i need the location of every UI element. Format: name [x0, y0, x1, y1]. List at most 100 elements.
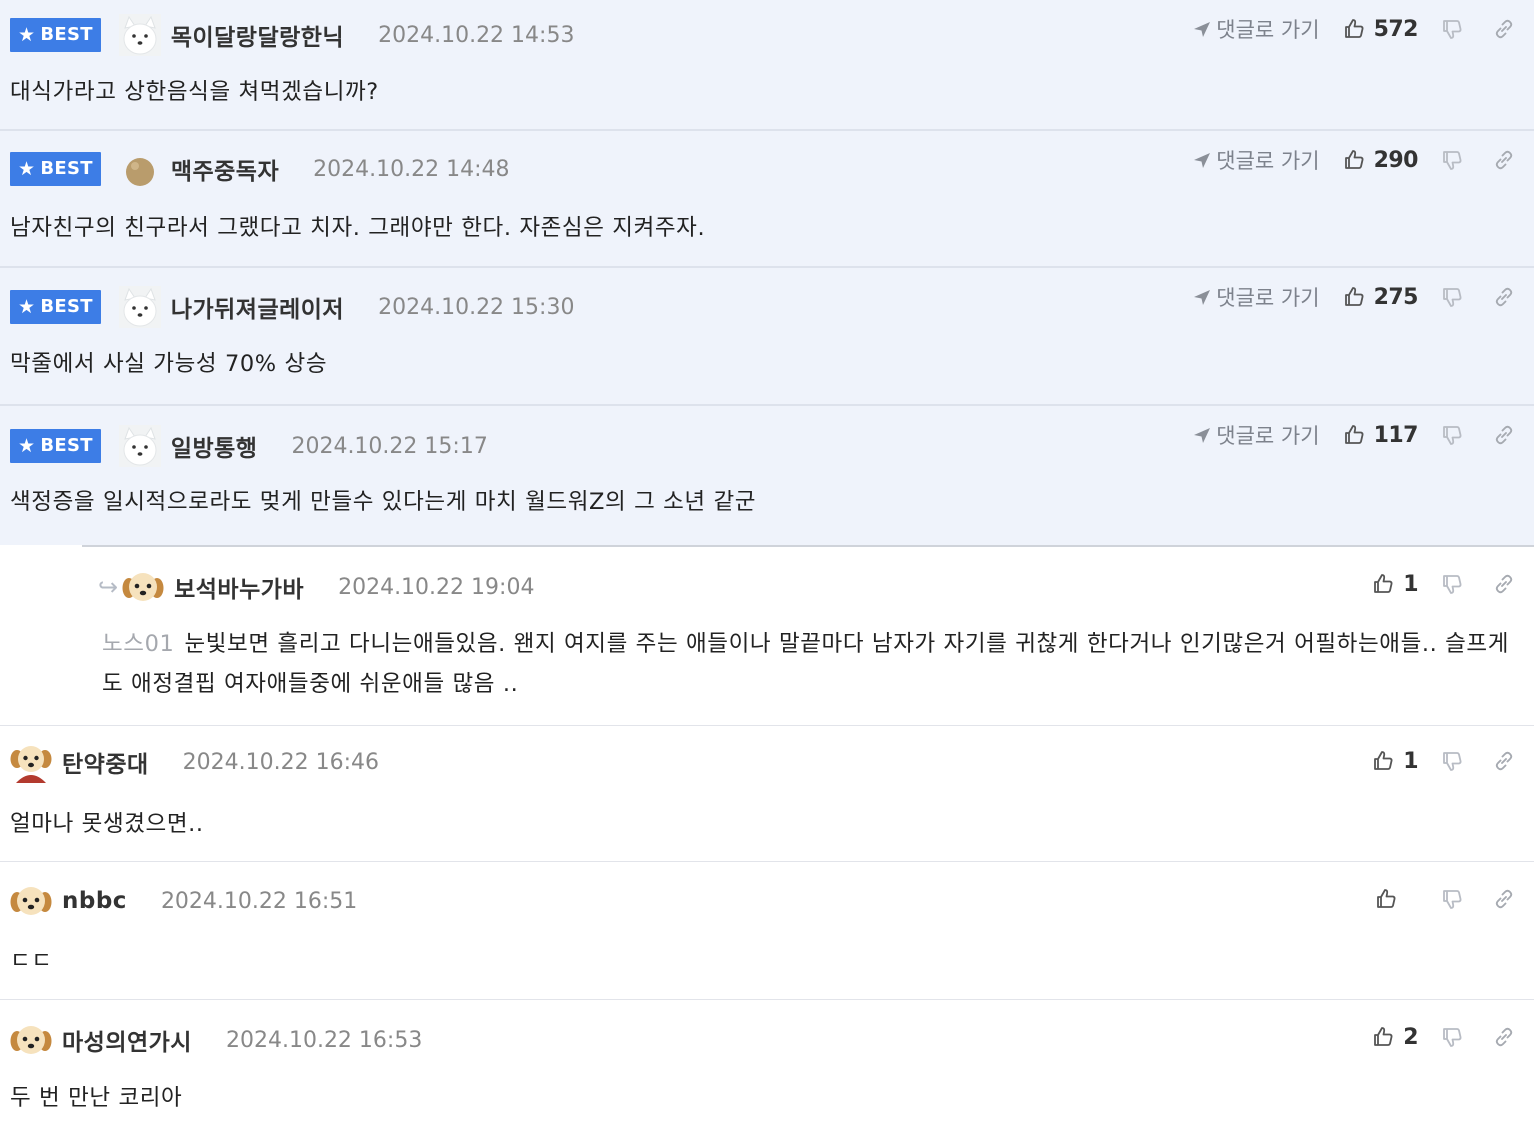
avatar[interactable] — [122, 566, 164, 608]
best-badge: ★ BEST — [10, 429, 101, 463]
comment-date: 2024.10.22 19:04 — [338, 574, 535, 600]
link-icon[interactable] — [1492, 285, 1516, 309]
avatar[interactable] — [10, 880, 52, 922]
thumbs-down-icon[interactable] — [1440, 423, 1464, 447]
best-badge: ★ BEST — [10, 290, 101, 324]
nickname[interactable]: 보석바누가바 — [174, 570, 304, 604]
nickname[interactable]: nbbc — [62, 888, 127, 914]
avatar[interactable] — [10, 1019, 52, 1061]
star-icon: ★ — [18, 158, 36, 180]
comment-date: 2024.10.22 16:53 — [225, 1027, 423, 1053]
like-count: 290 — [1373, 147, 1419, 173]
comment-actions: 댓글로 가기 275 — [1192, 280, 1516, 314]
like-button[interactable]: 1 — [1371, 749, 1418, 774]
like-button[interactable]: 275 — [1342, 284, 1419, 310]
like-button[interactable] — [1374, 887, 1418, 911]
thumbs-down-icon[interactable] — [1440, 572, 1464, 596]
goto-label: 댓글로 가기 — [1216, 286, 1320, 310]
nickname[interactable]: 나가뒤져글레이저 — [171, 290, 344, 324]
comment-body: 얼마나 못생겼으면.. — [10, 811, 204, 837]
comment-date: 2024.10.22 16:46 — [182, 749, 379, 775]
thumbs-up-icon — [1371, 572, 1395, 596]
like-count: 1 — [1403, 571, 1418, 597]
like-count: 2 — [1403, 1024, 1418, 1050]
comment-header: ★ BEST 맥주중독자 2024.10.22 14:48 — [10, 149, 509, 189]
comment-date: 2024.10.22 15:17 — [291, 433, 488, 459]
star-icon: ★ — [18, 296, 36, 318]
link-icon[interactable] — [1492, 17, 1516, 41]
goto-label: 댓글로 가기 — [1216, 18, 1320, 42]
link-icon[interactable] — [1492, 749, 1516, 773]
like-button[interactable]: 2 — [1371, 1025, 1418, 1050]
comment-actions: 1 — [1371, 744, 1516, 778]
star-icon: ★ — [18, 435, 36, 457]
best-badge-label: BEST — [40, 158, 93, 179]
goto-comment-button[interactable]: 댓글로 가기 — [1192, 14, 1320, 44]
thumbs-down-icon[interactable] — [1440, 1025, 1464, 1049]
avatar[interactable] — [119, 286, 161, 328]
comment: nbbc 2024.10.22 16:51 ㄷㄷ — [0, 862, 1534, 1000]
thumbs-down-icon[interactable] — [1440, 749, 1464, 773]
like-count: 275 — [1373, 284, 1419, 310]
comment-body: 막줄에서 사실 가능성 70% 상승 — [10, 351, 328, 377]
like-button[interactable]: 572 — [1342, 16, 1419, 42]
like-count: 117 — [1373, 422, 1419, 448]
avatar[interactable] — [10, 741, 52, 783]
nickname[interactable]: 맥주중독자 — [171, 152, 279, 186]
comment-actions: 1 — [1371, 567, 1516, 601]
avatar[interactable] — [119, 14, 161, 56]
comment-body: ㄷㄷ — [10, 948, 53, 974]
thumbs-up-icon — [1342, 285, 1366, 309]
like-button[interactable]: 290 — [1342, 147, 1419, 173]
best-comment: ★ BEST 일방통행 2024.10.22 15:17 댓글로 가기 117 … — [0, 406, 1534, 545]
comment-header: 탄약중대 2024.10.22 16:46 — [10, 742, 379, 782]
best-comment: ★ BEST 목이달랑달랑한닉 2024.10.22 14:53 댓글로 가기 … — [0, 0, 1534, 131]
thumbs-down-icon[interactable] — [1440, 17, 1464, 41]
like-count: 572 — [1373, 16, 1419, 42]
like-count: 1 — [1403, 748, 1418, 774]
comment-body: 두 번 만난 코리아 — [10, 1085, 183, 1111]
arrow-icon — [1192, 287, 1212, 307]
link-icon[interactable] — [1492, 572, 1516, 596]
goto-label: 댓글로 가기 — [1216, 424, 1320, 448]
goto-comment-button[interactable]: 댓글로 가기 — [1192, 145, 1320, 175]
arrow-icon — [1192, 425, 1212, 445]
best-badge: ★ BEST — [10, 18, 101, 52]
thumbs-up-icon — [1342, 17, 1366, 41]
comment-actions — [1374, 882, 1516, 916]
reply-arrow-icon: ↪ — [98, 573, 119, 601]
avatar[interactable] — [119, 425, 161, 467]
reply-comment: ↪ 보석바누가바 2024.10.22 19:04 1 노스01 눈빛보면 흘리고… — [82, 545, 1534, 725]
link-icon[interactable] — [1492, 148, 1516, 172]
thumbs-up-icon — [1371, 749, 1395, 773]
nickname[interactable]: 탄약중대 — [62, 745, 149, 779]
nickname[interactable]: 마성의연가시 — [62, 1023, 192, 1057]
arrow-icon — [1192, 19, 1212, 39]
link-icon[interactable] — [1492, 423, 1516, 447]
like-button[interactable]: 117 — [1342, 422, 1419, 448]
comment-body: 남자친구의 친구라서 그랬다고 치자. 그래야만 한다. 자존심은 지켜주자. — [10, 215, 706, 241]
nickname[interactable]: 목이달랑달랑한닉 — [171, 18, 344, 52]
comment-header: ↪ 보석바누가바 2024.10.22 19:04 — [98, 567, 534, 607]
link-icon[interactable] — [1492, 1025, 1516, 1049]
thumbs-up-icon — [1371, 1025, 1395, 1049]
like-button[interactable]: 1 — [1371, 572, 1418, 597]
comment-header: ★ BEST 일방통행 2024.10.22 15:17 — [10, 426, 488, 466]
avatar[interactable] — [119, 148, 161, 190]
comment-header: ★ BEST 나가뒤져글레이저 2024.10.22 15:30 — [10, 287, 574, 327]
thumbs-down-icon[interactable] — [1440, 148, 1464, 172]
comment-date: 2024.10.22 15:30 — [378, 294, 575, 320]
thumbs-down-icon[interactable] — [1440, 285, 1464, 309]
link-icon[interactable] — [1492, 887, 1516, 911]
goto-comment-button[interactable]: 댓글로 가기 — [1192, 282, 1320, 312]
comment-header: 마성의연가시 2024.10.22 16:53 — [10, 1020, 422, 1060]
nickname[interactable]: 일방통행 — [171, 429, 258, 463]
goto-comment-button[interactable]: 댓글로 가기 — [1192, 420, 1320, 450]
comment-date: 2024.10.22 16:51 — [160, 888, 358, 914]
comment-actions: 댓글로 가기 572 — [1192, 12, 1516, 46]
best-comment: ★ BEST 나가뒤져글레이저 2024.10.22 15:30 댓글로 가기 … — [0, 268, 1534, 406]
thumbs-up-icon — [1374, 887, 1398, 911]
mention-tag[interactable]: 노스01 — [102, 631, 174, 657]
comment-body: 대식가라고 상한음식을 쳐먹겠습니까? — [10, 79, 379, 105]
thumbs-down-icon[interactable] — [1440, 887, 1464, 911]
